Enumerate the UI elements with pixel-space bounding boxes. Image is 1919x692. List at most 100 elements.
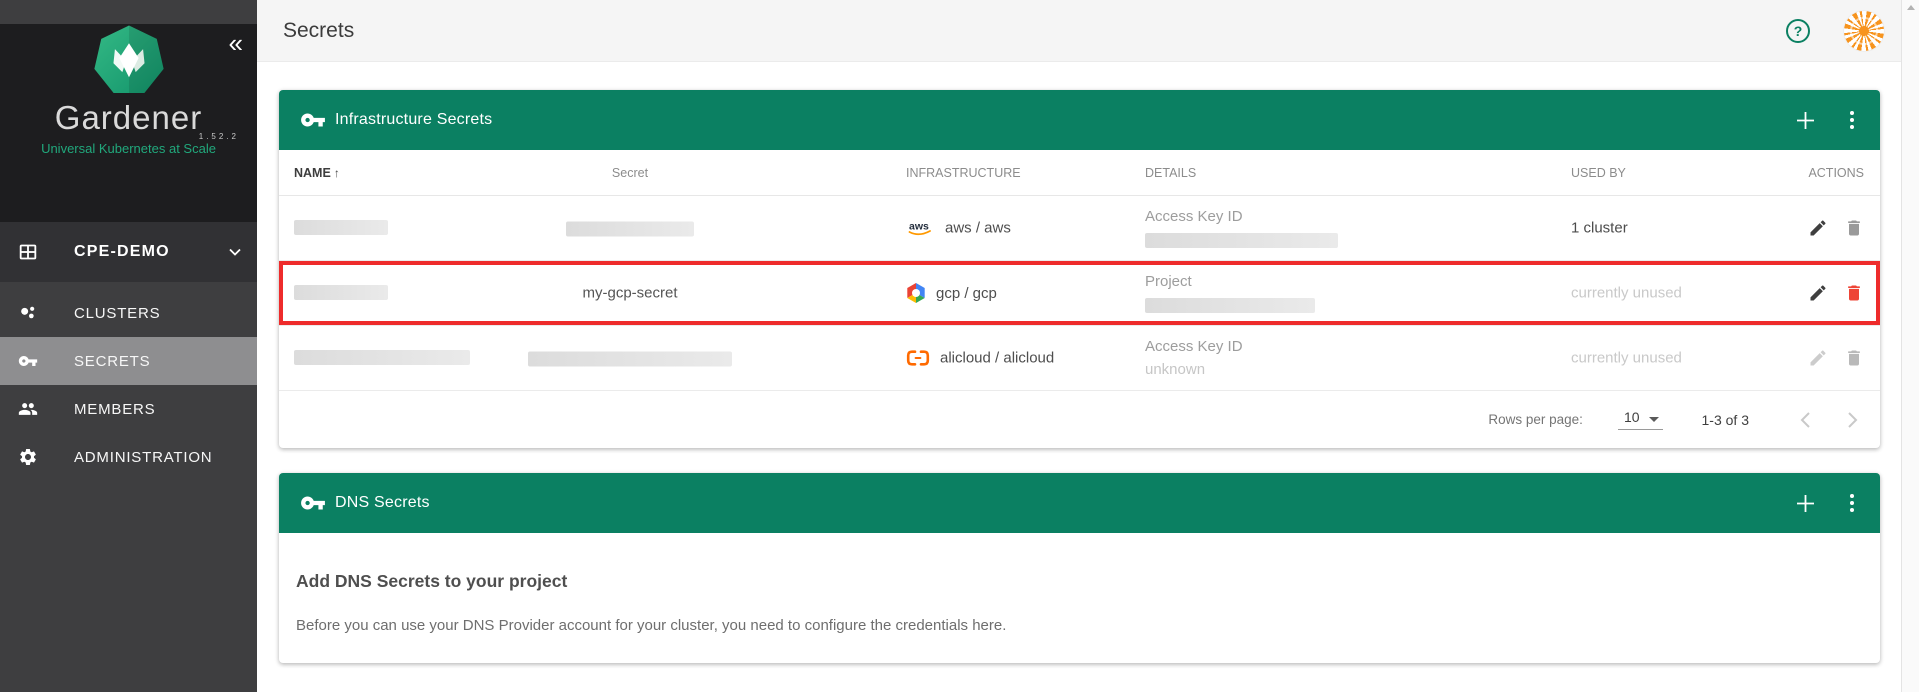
- kebab-icon: [1850, 111, 1854, 115]
- sidebar-collapse-button[interactable]: «: [229, 30, 243, 56]
- sidebar: « 1.52.2 Gardener Universal Kubernetes a…: [0, 0, 257, 692]
- provider-label: aws / aws: [945, 220, 1011, 237]
- provider-label: alicloud / alicloud: [940, 350, 1054, 367]
- infrastructure-cell: gcp / gcp: [906, 282, 997, 304]
- version-label: 1.52.2: [199, 132, 239, 141]
- trash-icon: [1844, 218, 1864, 238]
- aws-icon: aws: [906, 219, 935, 238]
- topbar: Secrets ?: [257, 0, 1901, 62]
- infrastructure-secrets-card: Infrastructure Secrets NAME↑: [279, 90, 1880, 448]
- edit-button[interactable]: [1808, 283, 1828, 303]
- details-label: Access Key ID: [1145, 338, 1475, 355]
- name-redacted-bar: [294, 349, 470, 367]
- name-redacted-bar: [294, 284, 388, 302]
- secret-redacted-bar: [510, 350, 750, 367]
- row-actions: [1808, 348, 1864, 368]
- next-page-button: [1847, 411, 1858, 429]
- sort-asc-icon: ↑: [334, 166, 340, 180]
- details-redacted-bar: [1145, 298, 1315, 313]
- scroll-up-icon[interactable]: [1907, 5, 1915, 10]
- details-label: Access Key ID: [1145, 208, 1475, 225]
- card-title: DNS Secrets: [335, 494, 430, 512]
- project-selector[interactable]: CPE-DEMO: [0, 222, 257, 282]
- column-actions: ACTIONS: [1808, 166, 1864, 180]
- clusters-icon: [18, 303, 38, 323]
- sidebar-item-administration[interactable]: ADMINISTRATION: [0, 433, 257, 481]
- members-icon: [18, 399, 38, 419]
- dropdown-arrow-icon: [1649, 417, 1659, 422]
- pencil-icon: [1808, 283, 1828, 303]
- chevron-left-icon: [1800, 411, 1811, 429]
- row-actions: [1808, 283, 1864, 303]
- dns-empty-text: Before you can use your DNS Provider acc…: [296, 617, 1860, 635]
- dns-empty-title: Add DNS Secrets to your project: [296, 571, 1860, 591]
- brand-title: Gardener: [0, 101, 257, 134]
- scrollbar[interactable]: [1901, 0, 1919, 692]
- svg-text:aws: aws: [909, 221, 929, 233]
- delete-button: [1844, 348, 1864, 368]
- rows-per-page-select[interactable]: 10: [1618, 409, 1663, 430]
- chevron-right-icon: [1847, 411, 1858, 429]
- edit-button[interactable]: [1808, 218, 1828, 238]
- table-header: NAME↑ Secret INFRASTRUCTURE DETAILS USED…: [279, 150, 1880, 196]
- rows-per-page-value: 10: [1624, 409, 1640, 425]
- app: « 1.52.2 Gardener Universal Kubernetes a…: [0, 0, 1919, 692]
- pencil-icon: [1808, 218, 1828, 238]
- used-by-label: 1 cluster: [1571, 220, 1628, 237]
- main-area: Secrets ? Infrastructure Secrets: [257, 0, 1901, 692]
- gear-icon: [18, 447, 38, 467]
- trash-icon: [1844, 348, 1864, 368]
- pencil-icon: [1808, 348, 1828, 368]
- used-by-label: currently unused: [1571, 285, 1682, 302]
- logo-section: « 1.52.2 Gardener Universal Kubernetes a…: [0, 24, 257, 222]
- gardener-logo: [92, 24, 166, 98]
- details-redacted-bar: [1145, 233, 1338, 248]
- delete-button[interactable]: [1844, 283, 1864, 303]
- secret-redacted-bar: [510, 220, 750, 237]
- card-menu-button[interactable]: [1850, 493, 1854, 514]
- edit-button: [1808, 348, 1828, 368]
- column-infrastructure[interactable]: INFRASTRUCTURE: [906, 166, 1021, 180]
- rows-per-page-label: Rows per page:: [1488, 412, 1583, 427]
- column-used-by[interactable]: USED BY: [1571, 166, 1626, 180]
- plus-icon: [1796, 111, 1815, 130]
- add-secret-button[interactable]: [1796, 111, 1815, 130]
- topbar-actions: ?: [1786, 10, 1885, 52]
- sidebar-item-label: MEMBERS: [74, 401, 155, 418]
- card-header-actions: [1796, 110, 1854, 131]
- sidebar-item-members[interactable]: MEMBERS: [0, 385, 257, 433]
- details-value: unknown: [1145, 361, 1475, 378]
- card-title: Infrastructure Secrets: [335, 111, 492, 129]
- secret-name: my-gcp-secret: [510, 285, 750, 302]
- infrastructure-cell: aws aws / aws: [906, 219, 1011, 238]
- sidebar-item-clusters[interactable]: CLUSTERS: [0, 289, 257, 337]
- sidebar-item-label: CLUSTERS: [74, 305, 160, 322]
- sidebar-item-secrets[interactable]: SECRETS: [0, 337, 257, 385]
- sidebar-item-label: SECRETS: [74, 353, 150, 370]
- column-details[interactable]: DETAILS: [1145, 166, 1196, 180]
- delete-button[interactable]: [1844, 218, 1864, 238]
- details-cell: Project: [1145, 273, 1475, 313]
- row-actions: [1808, 218, 1864, 238]
- kebab-icon: [1850, 494, 1854, 498]
- add-dns-secret-button[interactable]: [1796, 494, 1815, 513]
- card-menu-button[interactable]: [1850, 110, 1854, 131]
- avatar[interactable]: [1843, 10, 1885, 52]
- page-title: Secrets: [283, 19, 354, 43]
- column-name[interactable]: NAME↑: [294, 166, 340, 180]
- dns-secrets-card: DNS Secrets Add DNS Secrets to your: [279, 473, 1880, 663]
- alicloud-icon: [906, 350, 930, 367]
- content: Infrastructure Secrets NAME↑: [257, 62, 1901, 663]
- key-icon: [18, 351, 38, 371]
- column-secret[interactable]: Secret: [510, 166, 750, 180]
- project-name: CPE-DEMO: [74, 243, 170, 261]
- grid-icon: [18, 242, 38, 262]
- infrastructure-cell: alicloud / alicloud: [906, 350, 1054, 367]
- table-row-gcp: my-gcp-secret gcp / gcp Pro: [279, 261, 1880, 326]
- key-icon: [300, 107, 326, 133]
- table-row-alicloud: alicloud / alicloud Access Key ID unknow…: [279, 326, 1880, 391]
- help-icon[interactable]: ?: [1786, 19, 1810, 43]
- trash-icon: [1844, 283, 1864, 303]
- infrastructure-card-header: Infrastructure Secrets: [279, 90, 1880, 150]
- pagination: Rows per page: 10 1-3 of 3: [279, 391, 1880, 448]
